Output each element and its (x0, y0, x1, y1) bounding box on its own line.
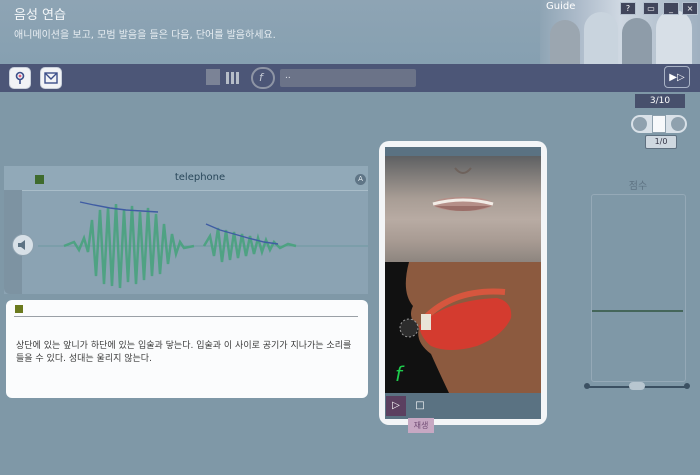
indicator-square (35, 175, 44, 184)
help-window-button[interactable]: ? (620, 2, 636, 15)
face-front-view (385, 156, 541, 262)
play-icon: ▷ (392, 400, 400, 411)
description-text: 상단에 있는 앞니가 하단에 있는 입술과 닿는다. 입술과 이 사이로 공기가… (16, 341, 352, 364)
envelope-icon (44, 72, 58, 84)
stop-icon: □ (415, 400, 425, 411)
record-button[interactable] (9, 67, 31, 89)
description-divider (14, 316, 358, 317)
speed-down-button[interactable] (633, 117, 647, 131)
replay-tooltip: 재생 (408, 418, 434, 433)
score-level-line (592, 310, 683, 312)
mouth-side-view: f (385, 262, 541, 393)
speed-slider-handle[interactable] (652, 115, 666, 133)
voice-mode-button[interactable]: f (251, 67, 275, 89)
microphone-icon (15, 71, 25, 84)
score-panel (591, 194, 686, 382)
speed-value: 1/0 (645, 135, 677, 149)
fullscreen-window-button[interactable]: ▭ (643, 2, 659, 15)
stop-bars-icon (226, 72, 242, 84)
rewind-button[interactable] (206, 69, 220, 85)
score-label: 점수 (628, 181, 648, 192)
stop-button[interactable]: □ (410, 396, 430, 416)
play-next-icon: ▶▷ (669, 72, 685, 83)
waveform-graph (38, 201, 368, 289)
mouth-front-illustration (432, 167, 494, 211)
score-slider[interactable] (584, 382, 690, 390)
page-counter: 3/10 (635, 94, 685, 108)
target-word: telephone (174, 172, 226, 183)
message-button[interactable] (40, 67, 62, 89)
page-subtitle: 애니메이션을 보고, 모범 발음을 들은 다음, 단어를 발음하세요. (14, 30, 276, 41)
minimize-window-button[interactable]: _ (663, 2, 679, 15)
score-slider-handle[interactable] (629, 382, 645, 390)
guide-link[interactable]: Guide (546, 1, 575, 12)
next-button[interactable]: ▶▷ (664, 66, 690, 88)
description-marker (15, 305, 23, 313)
phoneme-label: f (395, 362, 403, 386)
phoneme-icon: f (259, 71, 263, 84)
speed-control[interactable] (631, 115, 687, 133)
play-button[interactable]: ▷ (386, 396, 406, 416)
close-window-button[interactable]: × (682, 2, 698, 15)
playback-progress[interactable]: .. (280, 69, 416, 87)
mouth-crosssection-illustration (399, 262, 541, 393)
viewer-controls (385, 394, 541, 418)
progress-time: .. (285, 71, 291, 81)
play-badge-icon[interactable]: A (355, 174, 366, 185)
speed-up-button[interactable] (671, 117, 685, 131)
page-title: 음성 연습 (14, 8, 66, 23)
